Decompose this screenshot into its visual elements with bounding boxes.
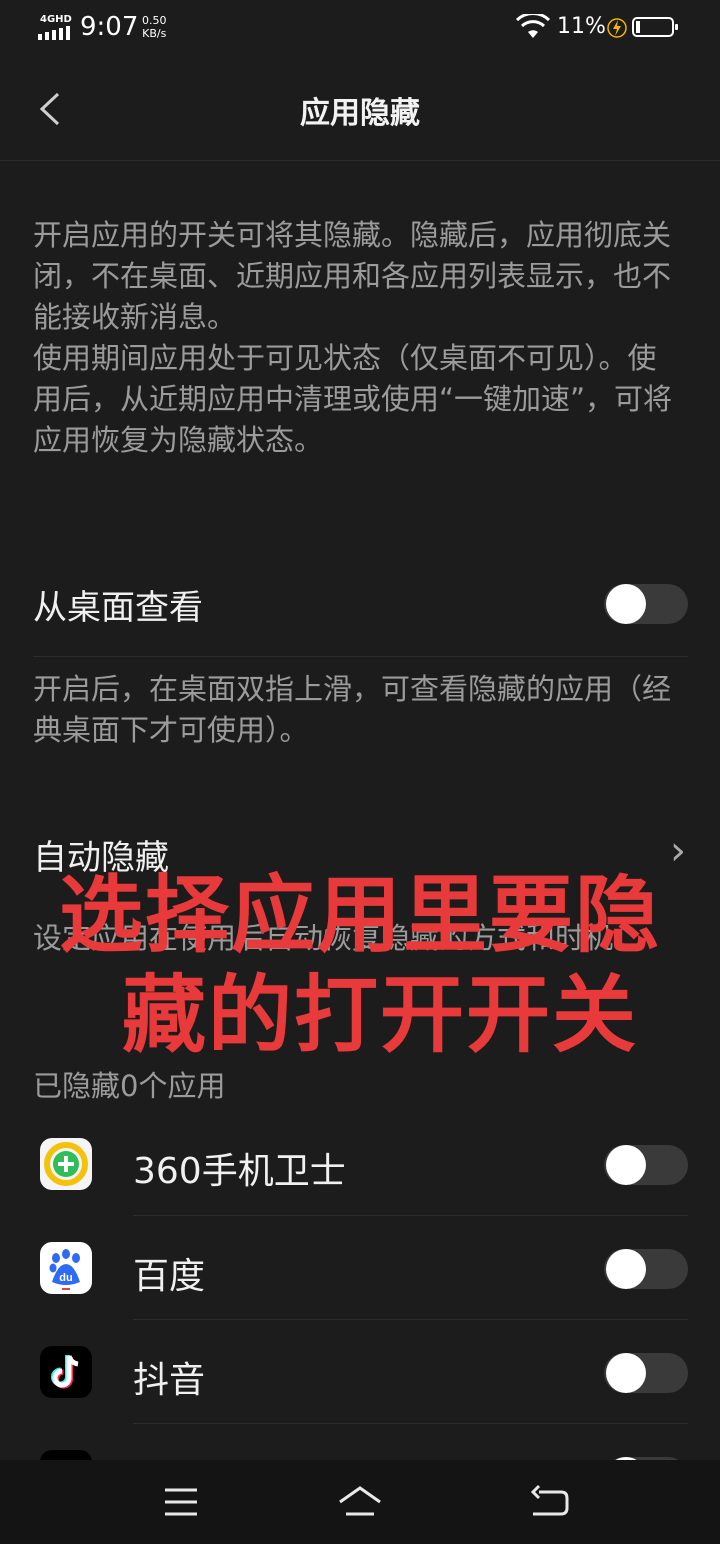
view-from-desktop-toggle[interactable]	[604, 584, 688, 624]
menu-icon[interactable]	[157, 1480, 205, 1524]
overlay-annotation-line-2: 藏的打开开关	[121, 966, 638, 1064]
clock: 9:07	[80, 12, 139, 42]
charging-icon	[607, 18, 627, 38]
hidden-count-label: 已隐藏0个应用	[33, 1069, 226, 1103]
divider	[33, 656, 688, 657]
page-title: 应用隐藏	[300, 96, 420, 131]
baidu-icon: du	[40, 1242, 92, 1294]
network-speed: 0.50 KB/s	[142, 14, 167, 40]
intro-line-2: 使用期间应用处于可见状态（仅桌面不可见）。使用后，从近期应用中清理或使用“一键加…	[33, 341, 673, 457]
toggle-knob	[606, 1249, 646, 1289]
signal-icon: 4GHD	[38, 14, 72, 40]
divider	[133, 1319, 688, 1320]
svg-text:du: du	[59, 1272, 72, 1284]
douyin-icon	[40, 1346, 92, 1398]
battery-percent: 11%	[557, 14, 606, 39]
view-from-desktop-label: 从桌面查看	[33, 588, 203, 628]
toggle-knob	[606, 1145, 646, 1185]
app-name: 抖音	[133, 1360, 206, 1401]
app-toggle-360[interactable]	[604, 1145, 688, 1185]
divider	[133, 1215, 688, 1216]
header: 应用隐藏	[0, 58, 720, 161]
toggle-knob	[606, 1353, 646, 1393]
divider	[133, 1423, 688, 1424]
network-type: 4GHD	[40, 14, 72, 25]
app-name: 360手机卫士	[133, 1151, 346, 1192]
status-bar: 4GHD 9:07 0.50 KB/s 11%	[0, 0, 720, 58]
speed-unit: KB/s	[142, 27, 167, 40]
wifi-icon	[516, 14, 550, 38]
navigation-bar	[0, 1460, 720, 1544]
speed-value: 0.50	[142, 14, 167, 27]
toggle-knob	[606, 584, 646, 624]
home-icon[interactable]	[336, 1480, 384, 1524]
app-name: 百度	[133, 1256, 206, 1297]
360-security-icon	[40, 1138, 92, 1190]
back-icon[interactable]	[525, 1480, 573, 1524]
view-from-desktop-desc: 开启后，在桌面双指上滑，可查看隐藏的应用（经典桌面下才可使用）。	[33, 672, 672, 747]
intro-description: 开启应用的开关可将其隐藏。隐藏后，应用彻底关闭，不在桌面、近期应用和各应用列表显…	[33, 215, 673, 461]
battery-icon	[632, 17, 678, 37]
intro-line-1: 开启应用的开关可将其隐藏。隐藏后，应用彻底关闭，不在桌面、近期应用和各应用列表显…	[33, 218, 672, 334]
app-toggle-baidu[interactable]	[604, 1249, 688, 1289]
app-toggle-douyin[interactable]	[604, 1353, 688, 1393]
